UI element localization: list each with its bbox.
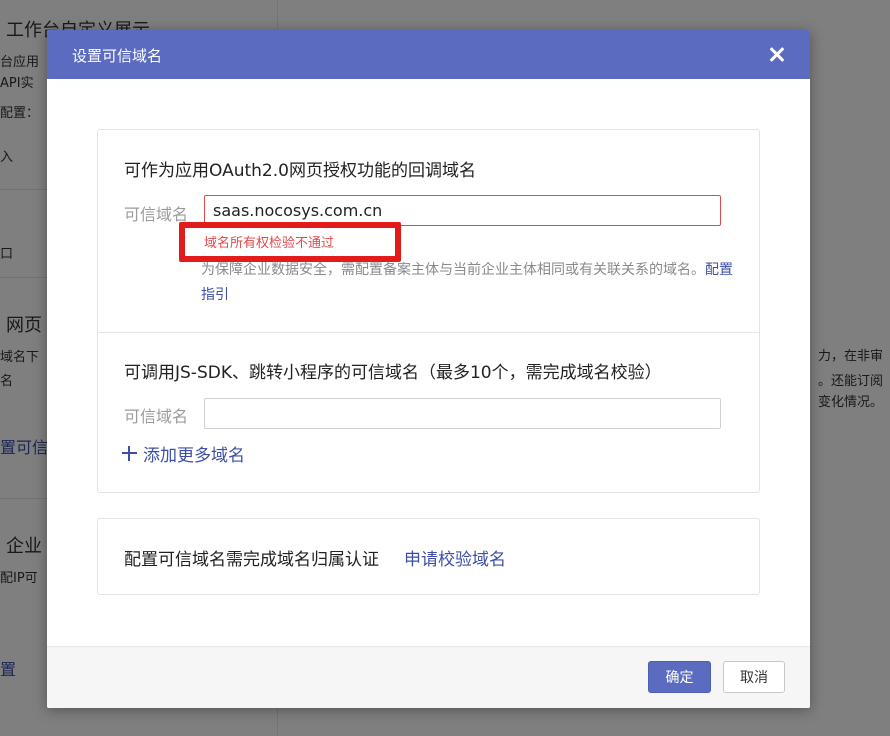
dialog-footer: 确定 取消	[47, 646, 810, 708]
oauth-section-title: 可作为应用OAuth2.0网页授权功能的回调域名	[124, 161, 476, 181]
oauth-domain-error: 域名所有权检验不通过	[204, 236, 335, 251]
confirm-button[interactable]: 确定	[648, 661, 711, 693]
add-domain-button[interactable]: 添加更多域名	[122, 441, 245, 466]
add-domain-label: 添加更多域名	[143, 446, 245, 466]
section-divider	[98, 332, 759, 333]
oauth-help-message: 为保障企业数据安全，需配置备案主体与当前企业主体相同或有关联关系的域名。	[201, 262, 705, 278]
dialog-title: 设置可信域名	[72, 47, 163, 65]
cancel-button[interactable]: 取消	[723, 661, 785, 693]
jssdk-domain-label: 可信域名	[124, 407, 189, 426]
oauth-domain-label: 可信域名	[124, 205, 189, 224]
domain-settings-box: 可作为应用OAuth2.0网页授权功能的回调域名 可信域名 域名所有权检验不通过…	[97, 129, 760, 493]
apply-verify-domain-link[interactable]: 申请校验域名	[404, 545, 506, 570]
jssdk-domain-input[interactable]	[204, 398, 721, 429]
domain-verify-box: 配置可信域名需完成域名归属认证 申请校验域名	[97, 518, 760, 595]
jssdk-section-title: 可调用JS-SDK、跳转小程序的可信域名（最多10个，需完成域名校验）	[124, 363, 662, 383]
verify-text: 配置可信域名需完成域名归属认证	[124, 550, 379, 570]
plus-icon	[122, 446, 137, 461]
oauth-help-text: 为保障企业数据安全，需配置备案主体与当前企业主体相同或有关联关系的域名。配置指引	[201, 258, 741, 308]
close-icon[interactable]	[764, 41, 790, 67]
trusted-domain-dialog: 设置可信域名 可作为应用OAuth2.0网页授权功能的回调域名 可信域名 域名所…	[47, 30, 810, 708]
dialog-header: 设置可信域名	[47, 30, 810, 79]
